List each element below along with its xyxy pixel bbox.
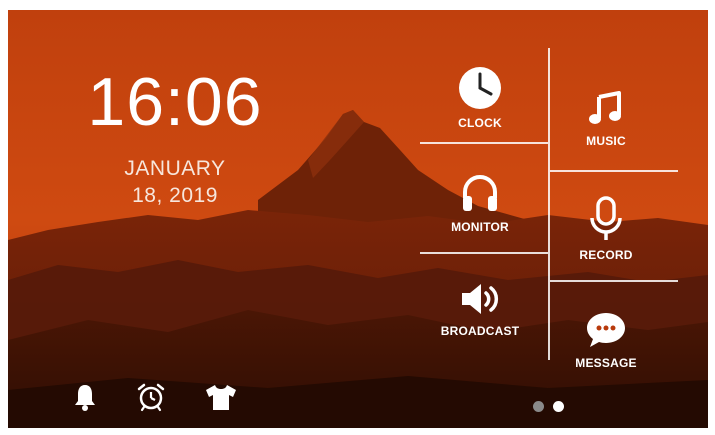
music-tile[interactable]: MUSIC <box>566 88 646 148</box>
speaker-icon <box>462 284 499 314</box>
music-note-icon <box>589 91 621 124</box>
horizontal-divider-1 <box>420 142 548 144</box>
broadcast-tile-label: BROADCAST <box>440 324 520 338</box>
horizontal-divider-4 <box>550 280 678 282</box>
home-screen: 16:06 JANUARY 18, 2019 CLOCK MUSIC MONIT… <box>8 10 708 428</box>
clock-tile-label: CLOCK <box>458 116 502 130</box>
page-dot-2[interactable] <box>553 401 564 412</box>
horizontal-divider-2 <box>420 252 548 254</box>
chat-bubble-icon <box>587 313 625 347</box>
music-tile-label: MUSIC <box>586 134 626 148</box>
microphone-icon <box>590 196 622 240</box>
headphones-icon <box>463 175 497 211</box>
bell-icon[interactable] <box>70 382 100 412</box>
vertical-divider <box>548 48 550 360</box>
current-time: 16:06 <box>87 64 263 140</box>
message-tile[interactable]: MESSAGE <box>566 310 646 370</box>
broadcast-tile[interactable]: BROADCAST <box>440 280 520 338</box>
clock-icon <box>459 67 501 109</box>
message-tile-label: MESSAGE <box>575 356 637 370</box>
page-dot-1[interactable] <box>533 401 544 412</box>
shirt-icon[interactable] <box>204 382 238 412</box>
record-tile-label: RECORD <box>579 248 633 262</box>
monitor-tile-label: MONITOR <box>451 220 509 234</box>
monitor-tile[interactable]: MONITOR <box>440 172 520 234</box>
alarm-clock-icon[interactable] <box>136 382 166 412</box>
record-tile[interactable]: RECORD <box>566 196 646 262</box>
current-date-day: 18, 2019 <box>132 184 218 207</box>
current-date-month: JANUARY <box>124 157 226 180</box>
clock-tile[interactable]: CLOCK <box>440 66 520 130</box>
horizontal-divider-3 <box>550 170 678 172</box>
